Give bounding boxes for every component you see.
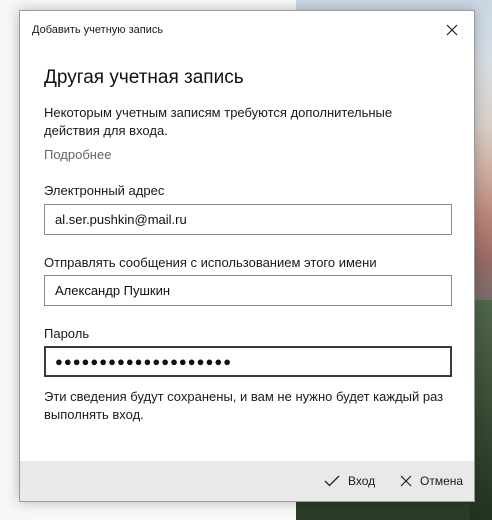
display-name-value: Александр Пушкин xyxy=(55,283,171,298)
page-title: Другая учетная запись xyxy=(44,67,244,88)
cancel-icon xyxy=(400,475,412,487)
password-label: Пароль xyxy=(44,326,90,341)
display-name-label: Отправлять сообщения с использованием эт… xyxy=(44,255,377,270)
description-text: Некоторым учетным записям требуются допо… xyxy=(44,105,393,138)
checkmark-icon xyxy=(324,475,340,487)
close-icon xyxy=(446,24,458,36)
dialog-footer: Вход Отмена xyxy=(20,461,474,501)
signin-label: Вход xyxy=(348,474,376,488)
password-field[interactable]: ●●●●●●●●●●●●●●●●●●●● xyxy=(44,346,452,377)
add-account-dialog: Добавить учетную запись Другая учетная з… xyxy=(19,10,475,502)
cancel-button[interactable]: Отмена xyxy=(400,461,463,501)
display-name-field[interactable]: Александр Пушкин xyxy=(44,275,452,306)
email-label: Электронный адрес xyxy=(44,183,165,198)
more-info-link[interactable]: Подробнее xyxy=(44,147,111,162)
save-info-note: Эти сведения будут сохранены, и вам не н… xyxy=(44,389,444,422)
cancel-label: Отмена xyxy=(420,474,464,488)
email-field[interactable]: al.ser.pushkin@mail.ru xyxy=(44,204,452,235)
close-button[interactable] xyxy=(438,17,466,43)
password-value: ●●●●●●●●●●●●●●●●●●●● xyxy=(55,354,233,369)
window-title: Добавить учетную запись xyxy=(32,24,164,36)
email-value: al.ser.pushkin@mail.ru xyxy=(55,212,187,227)
signin-button[interactable]: Вход xyxy=(324,461,375,501)
dialog-titlebar: Добавить учетную запись xyxy=(20,11,474,49)
